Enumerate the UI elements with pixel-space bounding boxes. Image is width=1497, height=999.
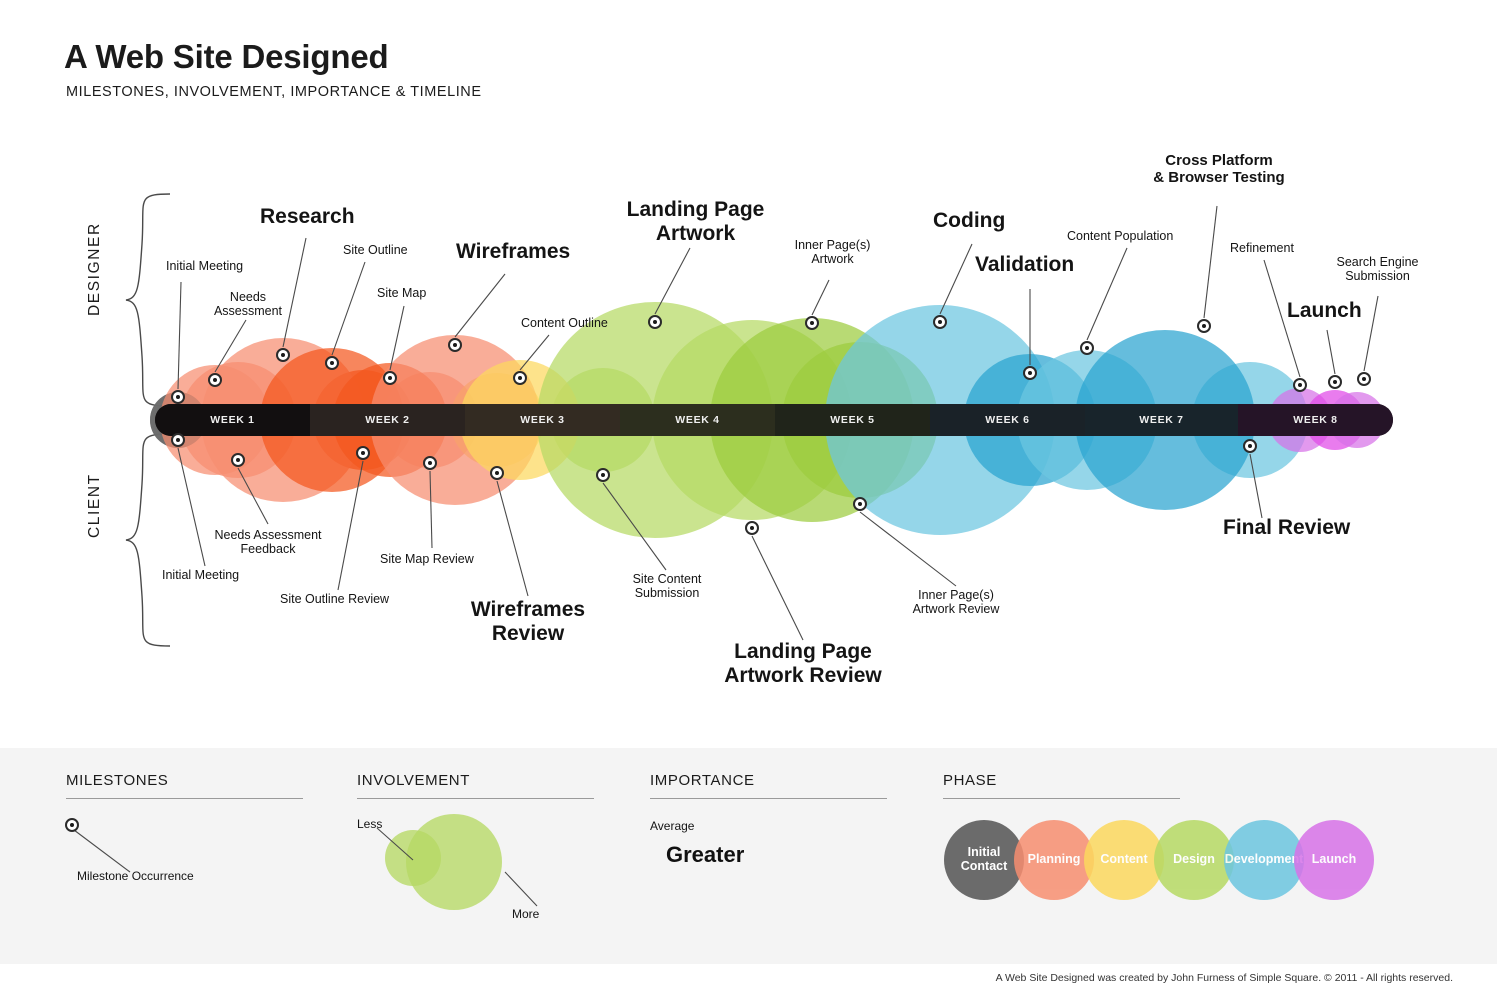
milestone-dot[interactable] — [805, 316, 819, 330]
milestone-dot[interactable] — [1293, 378, 1307, 392]
legend-panel: MILESTONES Milestone Occurrence INVOLVEM… — [0, 748, 1497, 964]
infographic-root: A Web Site Designed MILESTONES, INVOLVEM… — [0, 0, 1497, 999]
milestone-dot[interactable] — [1328, 375, 1342, 389]
legend-phase-circle: Development — [1224, 820, 1304, 900]
designer-milestone-label: Refinement — [1230, 241, 1294, 255]
legend-milestone-dot — [65, 818, 79, 832]
designer-milestone-label: Landing Page Artwork — [626, 198, 765, 245]
milestone-dot[interactable] — [1357, 372, 1371, 386]
client-milestone-label: Site Map Review — [380, 552, 474, 566]
legend-phase-circle: Design — [1154, 820, 1234, 900]
client-milestone-label: Needs Assessment Feedback — [214, 528, 322, 556]
legend-phase-circle: Launch — [1294, 820, 1374, 900]
milestone-dot[interactable] — [1080, 341, 1094, 355]
designer-milestone-label: Content Outline — [521, 316, 608, 330]
client-milestone-label: Initial Meeting — [162, 568, 240, 582]
designer-milestone-label: Validation — [975, 253, 1075, 276]
milestone-dot[interactable] — [745, 521, 759, 535]
milestone-dot[interactable] — [276, 348, 290, 362]
designer-milestone-label: Site Outline — [343, 243, 408, 257]
milestone-dot[interactable] — [356, 446, 370, 460]
designer-milestone-label: Initial Meeting — [166, 259, 244, 273]
milestone-dot[interactable] — [448, 338, 462, 352]
designer-milestone-label: Search Engine Submission — [1336, 255, 1419, 283]
client-milestone-label: Wireframes Review — [470, 598, 586, 645]
designer-milestone-label: Cross Platform & Browser Testing — [1153, 152, 1285, 186]
milestone-dot[interactable] — [423, 456, 437, 470]
milestone-dot[interactable] — [853, 497, 867, 511]
client-milestone-label: Site Outline Review — [280, 592, 390, 606]
designer-milestone-label: Content Population — [1067, 229, 1174, 243]
legend-phase-circles: Initial Contact Planning Content Design Deve… — [0, 748, 1497, 964]
milestone-dot[interactable] — [490, 466, 504, 480]
designer-milestone-label: Research — [260, 205, 355, 228]
milestone-dot[interactable] — [933, 315, 947, 329]
copyright-text: A Web Site Designed was created by John … — [995, 972, 1453, 984]
milestone-dot[interactable] — [1243, 439, 1257, 453]
milestone-dot[interactable] — [208, 373, 222, 387]
milestone-dot[interactable] — [1197, 319, 1211, 333]
milestone-dot[interactable] — [1023, 366, 1037, 380]
client-milestone-label: Site Content Submission — [632, 572, 702, 600]
milestone-labels: Initial Meeting Needs Assessment Research S… — [0, 0, 1497, 745]
timeline-chart: DESIGNER CLIENT WEEK 1 WEEK 2 WEEK 3 WEEK 4… — [0, 0, 1497, 745]
milestone-dot[interactable] — [383, 371, 397, 385]
client-milestone-label: Inner Page(s) Artwork Review — [912, 588, 1000, 616]
milestone-dot[interactable] — [648, 315, 662, 329]
milestone-dot[interactable] — [596, 468, 610, 482]
designer-milestone-label: Wireframes — [456, 240, 571, 263]
designer-milestone-label: Launch — [1287, 299, 1362, 322]
client-milestone-label: Landing Page Artwork Review — [724, 640, 882, 687]
client-milestone-label: Final Review — [1223, 516, 1351, 539]
milestone-dot[interactable] — [513, 371, 527, 385]
legend-phase-circle: Planning — [1014, 820, 1094, 900]
designer-milestone-label: Needs Assessment — [213, 290, 283, 318]
designer-milestone-label: Coding — [933, 209, 1006, 232]
legend-phase-circle: Content — [1084, 820, 1164, 900]
legend-phase-circle: Initial Contact — [944, 820, 1024, 900]
milestone-dot[interactable] — [231, 453, 245, 467]
milestone-dot[interactable] — [171, 433, 185, 447]
milestone-dot[interactable] — [171, 390, 185, 404]
footer: A Web Site Designed was created by John … — [0, 964, 1497, 999]
milestone-dot[interactable] — [325, 356, 339, 370]
designer-milestone-label: Inner Page(s) Artwork — [794, 238, 871, 266]
designer-milestone-label: Site Map — [377, 286, 427, 300]
